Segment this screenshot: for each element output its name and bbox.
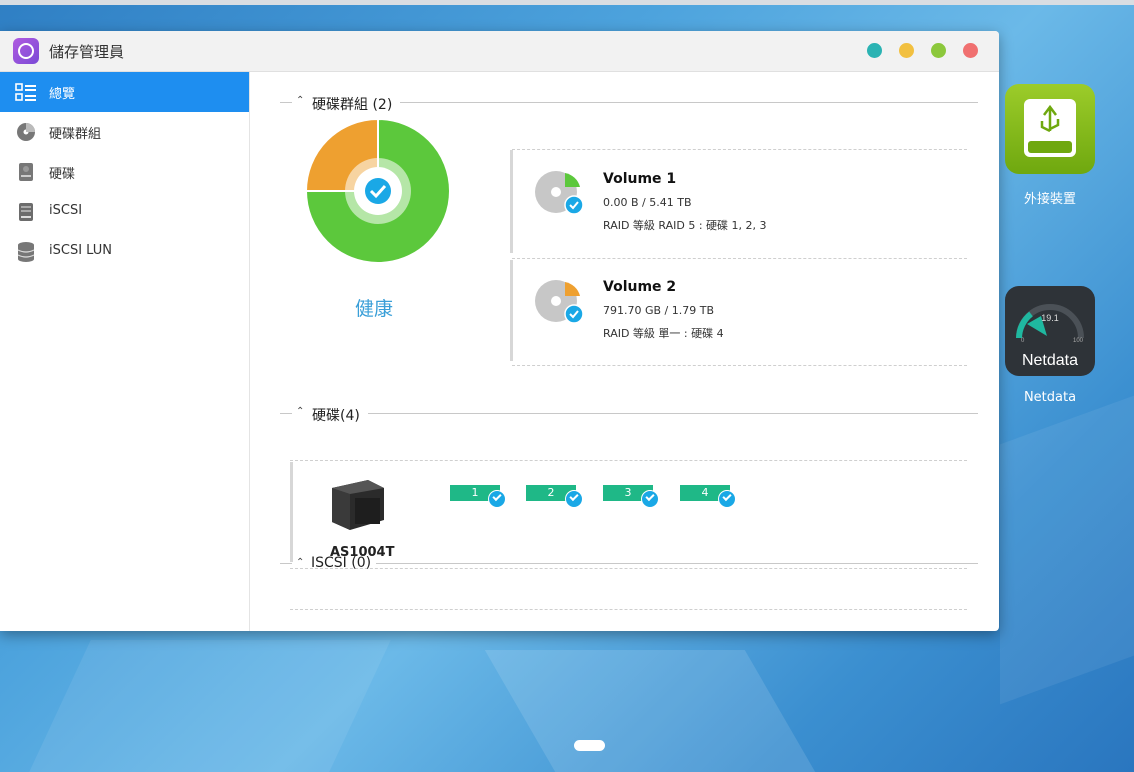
dock-handle[interactable] [574, 740, 605, 751]
sidebar-item-label: 總覽 [49, 87, 76, 102]
gauge-icon: 19.1 0 100 [1016, 304, 1084, 344]
divider [512, 365, 967, 366]
window-title: 儲存管理員 [49, 43, 125, 61]
title-bar[interactable]: 儲存管理員 [0, 31, 999, 72]
divider [290, 568, 967, 569]
iscsi-header[interactable]: ISCSI (0) [311, 555, 371, 571]
disk-group-icon [17, 123, 35, 141]
volume-usage: 0.00 B / 5.41 TB [603, 196, 692, 209]
storage-manager-window: 儲存管理員 總覽 硬碟群組 硬碟 iSCSI iSCSI LUN ⌃ 硬碟群組 … [0, 31, 999, 631]
iscsi-icon [19, 203, 33, 221]
sidebar-item-label: 硬碟 [49, 167, 76, 182]
divider [512, 149, 967, 150]
main-content: ⌃ 硬碟群組 (2) 健康 Volume 1 0.00 B / 5.41 TB … [250, 72, 999, 631]
disk-ok-check-icon [488, 490, 506, 508]
volume-group-header[interactable]: 硬碟群組 (2) [312, 94, 392, 114]
external-devices-label[interactable]: 外接裝置 [995, 188, 1105, 207]
sidebar-item-iscsi-lun[interactable]: iSCSI LUN [0, 232, 249, 272]
minimize-button[interactable] [867, 43, 882, 58]
wallpaper-facet [484, 650, 816, 772]
healthy-check-icon [365, 178, 391, 204]
top-edge [0, 0, 1134, 5]
section-rule [376, 563, 978, 564]
disk-ok-check-icon [565, 490, 583, 508]
divider [290, 609, 967, 610]
usb-drive-icon [1024, 99, 1076, 157]
volume-name[interactable]: Volume 2 [603, 279, 676, 295]
section-rule [368, 413, 978, 414]
collapse-chevron-icon[interactable]: ⌃ [296, 406, 304, 417]
divider [512, 258, 967, 259]
health-status: 健康 [355, 298, 394, 320]
sidebar-item-iscsi[interactable]: iSCSI [0, 192, 249, 232]
gauge-max: 100 [1073, 338, 1084, 344]
section-rule [280, 413, 292, 414]
external-devices-app[interactable] [1005, 84, 1095, 174]
disks-header[interactable]: 硬碟(4) [312, 405, 360, 425]
volume-accent-bar [510, 260, 513, 361]
netdata-label[interactable]: Netdata [995, 390, 1105, 405]
sidebar-item-disk[interactable]: 硬碟 [0, 152, 249, 192]
netdata-app[interactable]: 19.1 0 100 Netdata [1005, 286, 1095, 376]
sidebar-item-label: 硬碟群組 [49, 127, 102, 142]
collapse-chevron-icon[interactable]: ⌃ [296, 557, 304, 568]
disk-ok-check-icon [641, 490, 659, 508]
volume-usage-donut-chart [305, 118, 451, 264]
nas-device-image[interactable] [328, 476, 388, 532]
divider [290, 460, 967, 461]
restore-button[interactable] [899, 43, 914, 58]
sidebar-item-overview[interactable]: 總覽 [0, 72, 249, 112]
volume-raid-info: RAID 等級 RAID 5 : 硬碟 1, 2, 3 [603, 219, 767, 232]
close-button[interactable] [963, 43, 978, 58]
section-rule [400, 102, 978, 103]
hard-disk-icon [19, 163, 33, 181]
iscsi-lun-database-icon [17, 242, 35, 262]
volume-usage: 791.70 GB / 1.79 TB [603, 304, 715, 317]
volume-accent-bar [510, 150, 513, 253]
gauge-min: 0 [1021, 338, 1025, 344]
wallpaper-facet [1000, 395, 1134, 705]
volume-disk-icon [535, 171, 584, 215]
sidebar-item-label: iSCSI LUN [49, 243, 112, 258]
disk-ok-check-icon [718, 490, 736, 508]
volume-raid-info: RAID 等級 單一 : 硬碟 4 [603, 327, 724, 340]
volume-disk-icon [535, 280, 584, 324]
section-rule [280, 563, 292, 564]
maximize-button[interactable] [931, 43, 946, 58]
sidebar-item-label: iSCSI [49, 203, 83, 218]
device-accent-bar [290, 462, 293, 562]
netdata-icon-title: Netdata [1021, 352, 1079, 369]
section-rule [280, 102, 292, 103]
overview-list-icon [15, 83, 36, 101]
collapse-chevron-icon[interactable]: ⌃ [296, 95, 304, 106]
sidebar: 總覽 硬碟群組 硬碟 iSCSI iSCSI LUN [0, 72, 250, 631]
wallpaper-facet [29, 640, 391, 772]
volume-name[interactable]: Volume 1 [603, 171, 676, 187]
sidebar-item-disk-group[interactable]: 硬碟群組 [0, 112, 249, 152]
gauge-value: 19.1 [1041, 313, 1059, 323]
storage-manager-app-icon [13, 38, 39, 64]
